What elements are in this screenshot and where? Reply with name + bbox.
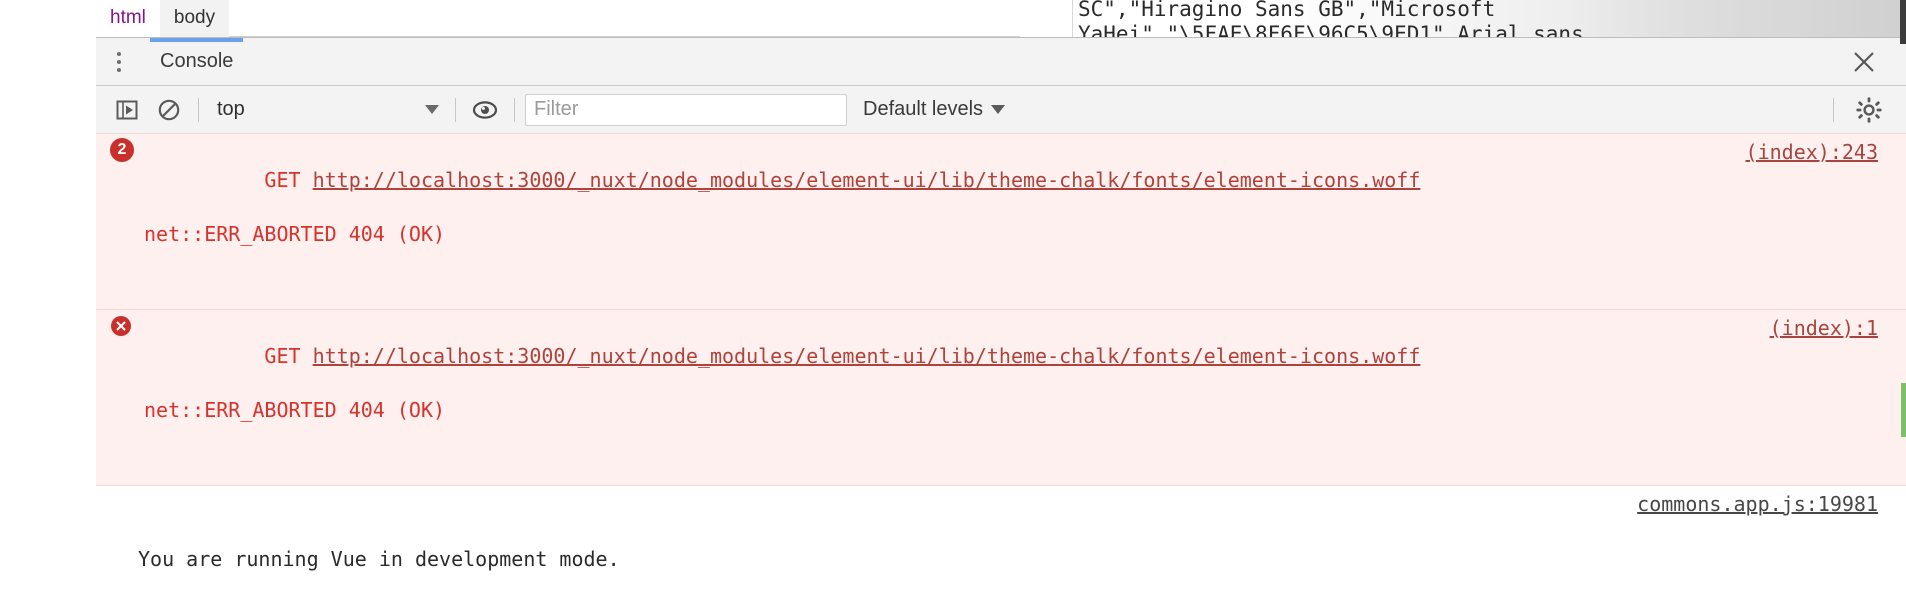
source-location-link[interactable]: (index):243 (1746, 140, 1878, 164)
breadcrumb-item-body[interactable]: body (159, 0, 230, 37)
toolbar-divider (455, 97, 456, 122)
source-location-link[interactable]: commons.app.js:19981 (1637, 492, 1878, 516)
request-url[interactable]: http://localhost:3000/_nuxt/node_modules… (313, 168, 1421, 192)
page-left-gutter (0, 0, 97, 594)
console-message-error[interactable]: 2 GET http://localhost:3000/_nuxt/node_m… (96, 133, 1906, 310)
css-line-1: SC","Hiragino Sans GB","Microsoft (1078, 0, 1496, 21)
devtools-screenshot: html body SC","Hiragino Sans GB","Micros… (0, 0, 1906, 594)
breadcrumb-item-html[interactable]: html (96, 0, 160, 37)
request-method: GET (264, 168, 301, 192)
request-url[interactable]: http://localhost:3000/_nuxt/node_modules… (313, 344, 1421, 368)
clear-console-icon[interactable] (148, 89, 190, 131)
toolbar-divider (198, 97, 199, 122)
js-context-selector[interactable]: top (207, 93, 447, 127)
console-message-text: You are running Vue in development mode.… (96, 492, 1906, 594)
live-expression-eye-icon[interactable] (464, 89, 506, 131)
console-message-list: 2 GET http://localhost:3000/_nuxt/node_m… (96, 133, 1906, 594)
dom-breadcrumb: html body (96, 0, 1020, 37)
tab-console[interactable]: Console (142, 38, 251, 85)
devtools-drawer: Console top Filter Default levels 2 GET … (96, 37, 1906, 594)
console-message-text: GET http://localhost:3000/_nuxt/node_mod… (96, 140, 1906, 302)
gear-icon[interactable] (1848, 89, 1890, 131)
chevron-down-icon (991, 105, 1006, 114)
close-icon[interactable] (1844, 38, 1884, 85)
request-method: GET (264, 344, 301, 368)
console-message-log[interactable]: You are running Vue in development mode.… (96, 486, 1906, 594)
more-vertical-icon[interactable] (96, 38, 142, 85)
source-location-link[interactable]: (index):1 (1770, 316, 1878, 340)
console-message-text: GET http://localhost:3000/_nuxt/node_mod… (96, 316, 1906, 478)
log-levels-dropdown[interactable]: Default levels (863, 98, 1006, 121)
toolbar-right-group (1833, 86, 1890, 134)
chevron-down-icon (425, 105, 439, 114)
right-edge-accent-strip (1901, 383, 1906, 437)
log-line-1: You are running Vue in development mode. (138, 547, 620, 571)
toolbar-divider (1833, 98, 1834, 122)
console-toolbar: top Default levels (96, 86, 1906, 134)
right-edge-strip (1900, 0, 1906, 44)
breadcrumb-item-label: body (173, 7, 216, 28)
js-context-value: top (217, 98, 245, 120)
tab-console-label: Console (160, 50, 234, 72)
breadcrumb-item-label: html (110, 7, 146, 28)
filter-input[interactable] (525, 93, 847, 126)
error-detail: net::ERR_ABORTED 404 (OK) (144, 398, 446, 422)
log-levels-label: Default levels (863, 98, 984, 120)
error-detail: net::ERR_ABORTED 404 (OK) (144, 222, 446, 246)
toolbar-divider (514, 97, 515, 122)
console-message-error[interactable]: GET http://localhost:3000/_nuxt/node_mod… (96, 309, 1906, 486)
execute-console-icon[interactable] (106, 89, 148, 131)
drawer-tabbar: Console (96, 38, 1906, 86)
